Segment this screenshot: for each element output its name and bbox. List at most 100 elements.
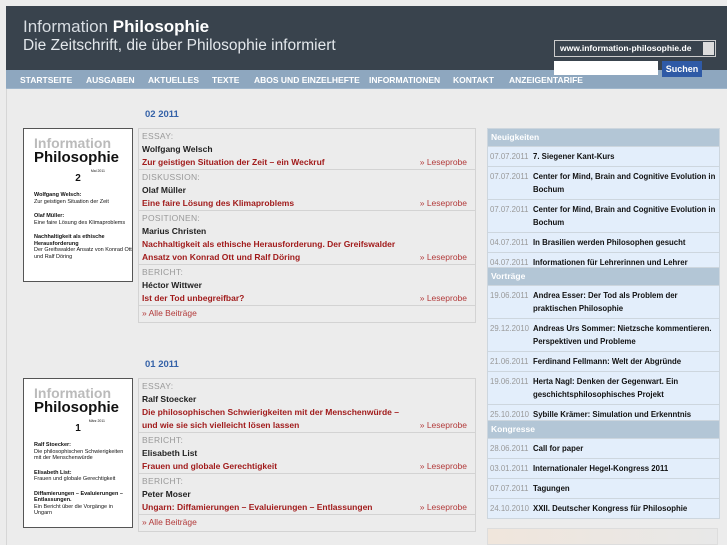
sidebar-item[interactable]: 07.07.2011 Center for Mind, Brain and Cog… [488, 166, 719, 199]
sidebar-item-link[interactable]: Center for Mind, Brain and Cognitive Evo… [533, 170, 717, 196]
article-category: POSITIONEN: [142, 213, 201, 223]
sidebar-item-date: 19.06.2011 [490, 291, 529, 300]
sidebar-item-link[interactable]: In Brasilien werden Philosophen gesucht [533, 236, 686, 249]
cover-teaser-title: Die philosophischen Schwierigkeiten mit … [34, 448, 124, 462]
cover-teaser: Wolfgang Welsch: Zur geistigen Situation … [34, 192, 132, 205]
cover-number: 2 [75, 173, 81, 184]
cover-teaser-title: Der Greifswalder Ansatz von Konrad Ott u… [34, 247, 132, 260]
leseprobe-link[interactable]: » Leseprobe [420, 420, 467, 430]
article-category: DISKUSSION: [142, 172, 201, 182]
sidebar-item-link[interactable]: Center for Mind, Brain and Cognitive Evo… [533, 203, 717, 229]
article-author[interactable]: Ralf Stoecker [142, 392, 472, 406]
all-articles-link[interactable]: » Alle Beiträge [139, 306, 475, 322]
nav-item-startseite[interactable]: STARTSEITE [20, 75, 72, 85]
article-row: BERICHT: Héctor Wittwer Ist der Tod unbegr… [139, 265, 475, 306]
nav-item-informationen[interactable]: INFORMATIONEN [369, 75, 440, 85]
article-row: BERICHT: Peter Moser Ungarn: Diffamierunge… [139, 474, 475, 515]
cover-teaser-author: Elisabeth List: [34, 469, 72, 476]
article-category: ESSAY: [142, 131, 174, 141]
nav-item-abos-und-einzelhefte[interactable]: ABOS UND EINZELHEFTE [254, 75, 360, 85]
issue-cover[interactable]: Information Philosophie Mai 2011 2 Wolfgang … [23, 128, 133, 282]
article-list: ESSAY: Wolfgang Welsch Zur geistigen Situa… [138, 128, 476, 323]
cover-brand-bold: Philosophie [34, 149, 120, 166]
leseprobe-link[interactable]: » Leseprobe [420, 198, 467, 208]
nav-item-texte[interactable]: TEXTE [212, 75, 239, 85]
sidebar-item-link[interactable]: XXII. Deutscher Kongress für Philosophie [533, 502, 687, 515]
cover-teaser-author: Nachhaltigkeit als ethische Herausforder… [34, 234, 105, 247]
article-row: DISKUSSION: Olaf Müller Eine faire Lösung … [139, 170, 475, 211]
sidebar-item-link[interactable]: 7. Siegener Kant-Kurs [533, 150, 614, 163]
sidebar-box-title: Neuigkeiten [488, 129, 719, 146]
sidebar-item-date: 28.06.2011 [490, 444, 529, 453]
article-author[interactable]: Héctor Wittwer [142, 278, 472, 292]
sidebar-item[interactable]: 21.06.2011 Ferdinand Fellmann: Welt der A… [488, 351, 719, 371]
cover-teaser: Diffamierungen – Evaluierungen – Entlass… [34, 491, 132, 517]
search-button[interactable]: Suchen [662, 61, 702, 77]
cover-teaser: Ralf Stoecker: Die philosophischen Schwie… [34, 442, 132, 462]
sidebar-box-neuigkeiten: Neuigkeiten 07.07.2011 7. Siegener Kant-Ku… [487, 128, 720, 273]
all-articles-link[interactable]: » Alle Beiträge [139, 515, 475, 531]
issue-title[interactable]: 01 2011 [145, 359, 179, 370]
leseprobe-link[interactable]: » Leseprobe [420, 293, 467, 303]
sidebar-item-date: 07.07.2011 [490, 152, 529, 161]
sidebar-item[interactable]: 07.07.2011 Tagungen [488, 478, 719, 498]
leseprobe-link[interactable]: » Leseprobe [420, 252, 467, 262]
article-row: BERICHT: Elisabeth List Frauen und globale… [139, 433, 475, 474]
article-category: BERICHT: [142, 435, 184, 445]
cover-teaser: Nachhaltigkeit als ethische Herausforder… [34, 234, 132, 260]
chevron-down-icon [703, 42, 714, 55]
sidebar-item[interactable]: 19.06.2011 Herta Nagl: Denken der Gegenwa… [488, 371, 719, 404]
cover-teaser: Elisabeth List: Frauen und globale Gerech… [34, 470, 132, 483]
sidebar-item-date: 07.07.2011 [490, 484, 529, 493]
sidebar-item-date: 04.07.2011 [490, 238, 529, 247]
cover-teaser-title: Frauen und globale Gerechtigkeit [34, 476, 116, 482]
sidebar-item-link[interactable]: Ferdinand Fellmann: Welt der Abgründe [533, 355, 681, 368]
site-select[interactable]: www.information-philosophie.de [554, 40, 716, 57]
nav-item-anzeigentarife[interactable]: ANZEIGENTARIFE [509, 75, 583, 85]
sidebar-item-link[interactable]: Andrea Esser: Der Tod als Problem der pr… [533, 289, 717, 315]
sidebar-item[interactable]: 07.07.2011 7. Siegener Kant-Kurs [488, 146, 719, 166]
sidebar-item[interactable]: 28.06.2011 Call for paper [488, 438, 719, 458]
sidebar-item-date: 07.07.2011 [490, 205, 529, 214]
leseprobe-link[interactable]: » Leseprobe [420, 461, 467, 471]
leseprobe-link[interactable]: » Leseprobe [420, 157, 467, 167]
sidebar-item[interactable]: 29.12.2010 Andreas Urs Sommer: Nietzsche … [488, 318, 719, 351]
sidebar-item-date: 03.01.2011 [490, 464, 529, 473]
sidebar-item-date: 24.10.2010 [490, 504, 530, 513]
sidebar-item[interactable]: 07.07.2011 Center for Mind, Brain and Cog… [488, 199, 719, 232]
article-author[interactable]: Marius Christen [142, 224, 472, 238]
article-row: ESSAY: Wolfgang Welsch Zur geistigen Situa… [139, 129, 475, 170]
sidebar-box-title: Vorträge [488, 268, 719, 285]
leseprobe-link[interactable]: » Leseprobe [420, 502, 467, 512]
cover-teaser-title: Eine faire Lösung des Klimaproblems [34, 219, 126, 226]
cover-teaser-author: Olaf Müller: [34, 213, 65, 219]
sidebar-item-link[interactable]: Andreas Urs Sommer: Nietzsche kommentier… [533, 322, 717, 348]
issue-cover[interactable]: Information Philosophie März 2011 1 Ralf Sto… [23, 378, 133, 528]
advertisement-banner[interactable] [487, 528, 718, 545]
cover-teaser: Olaf Müller: Eine faire Lösung des Klimap… [34, 213, 132, 226]
nav-item-kontakt[interactable]: KONTAKT [453, 75, 494, 85]
cover-teaser-title: Zur geistigen Situation der Zeit [34, 198, 109, 205]
article-row: POSITIONEN: Marius Christen Nachhaltigkeit… [139, 211, 475, 265]
article-author[interactable]: Peter Moser [142, 487, 472, 501]
sidebar-item[interactable]: 03.01.2011 Internationaler Hegel-Kongress… [488, 458, 719, 478]
site-tagline: Die Zeitschrift, die über Philosophie in… [23, 37, 336, 54]
sidebar-box-kongresse: Kongresse 28.06.2011 Call for paper 03.01.2… [487, 420, 720, 519]
sidebar-item-link[interactable]: Call for paper [533, 442, 583, 455]
article-author[interactable]: Wolfgang Welsch [142, 142, 472, 156]
search-input[interactable] [554, 61, 658, 75]
site-logo[interactable]: Information Philosophie [23, 17, 209, 37]
article-author[interactable]: Olaf Müller [142, 183, 472, 197]
nav-item-aktuelles[interactable]: AKTUELLES [148, 75, 199, 85]
nav-item-ausgaben[interactable]: AUSGABEN [86, 75, 135, 85]
sidebar-item-date: 21.06.2011 [490, 357, 529, 366]
sidebar-item-link[interactable]: Internationaler Hegel-Kongress 2011 [533, 462, 668, 475]
sidebar-item[interactable]: 19.06.2011 Andrea Esser: Der Tod als Prob… [488, 285, 719, 318]
sidebar-item-link[interactable]: Herta Nagl: Denken der Gegenwart. Ein ge… [533, 375, 717, 401]
sidebar-item-link[interactable]: Tagungen [533, 482, 570, 495]
sidebar-item[interactable]: 04.07.2011 In Brasilien werden Philosophe… [488, 232, 719, 252]
cover-teaser-title: Ein Bericht über die Vorgänge in Ungarn [34, 503, 113, 517]
article-author[interactable]: Elisabeth List [142, 446, 472, 460]
issue-title[interactable]: 02 2011 [145, 109, 179, 120]
sidebar-item[interactable]: 24.10.2010 XXII. Deutscher Kongress für P… [488, 498, 719, 518]
